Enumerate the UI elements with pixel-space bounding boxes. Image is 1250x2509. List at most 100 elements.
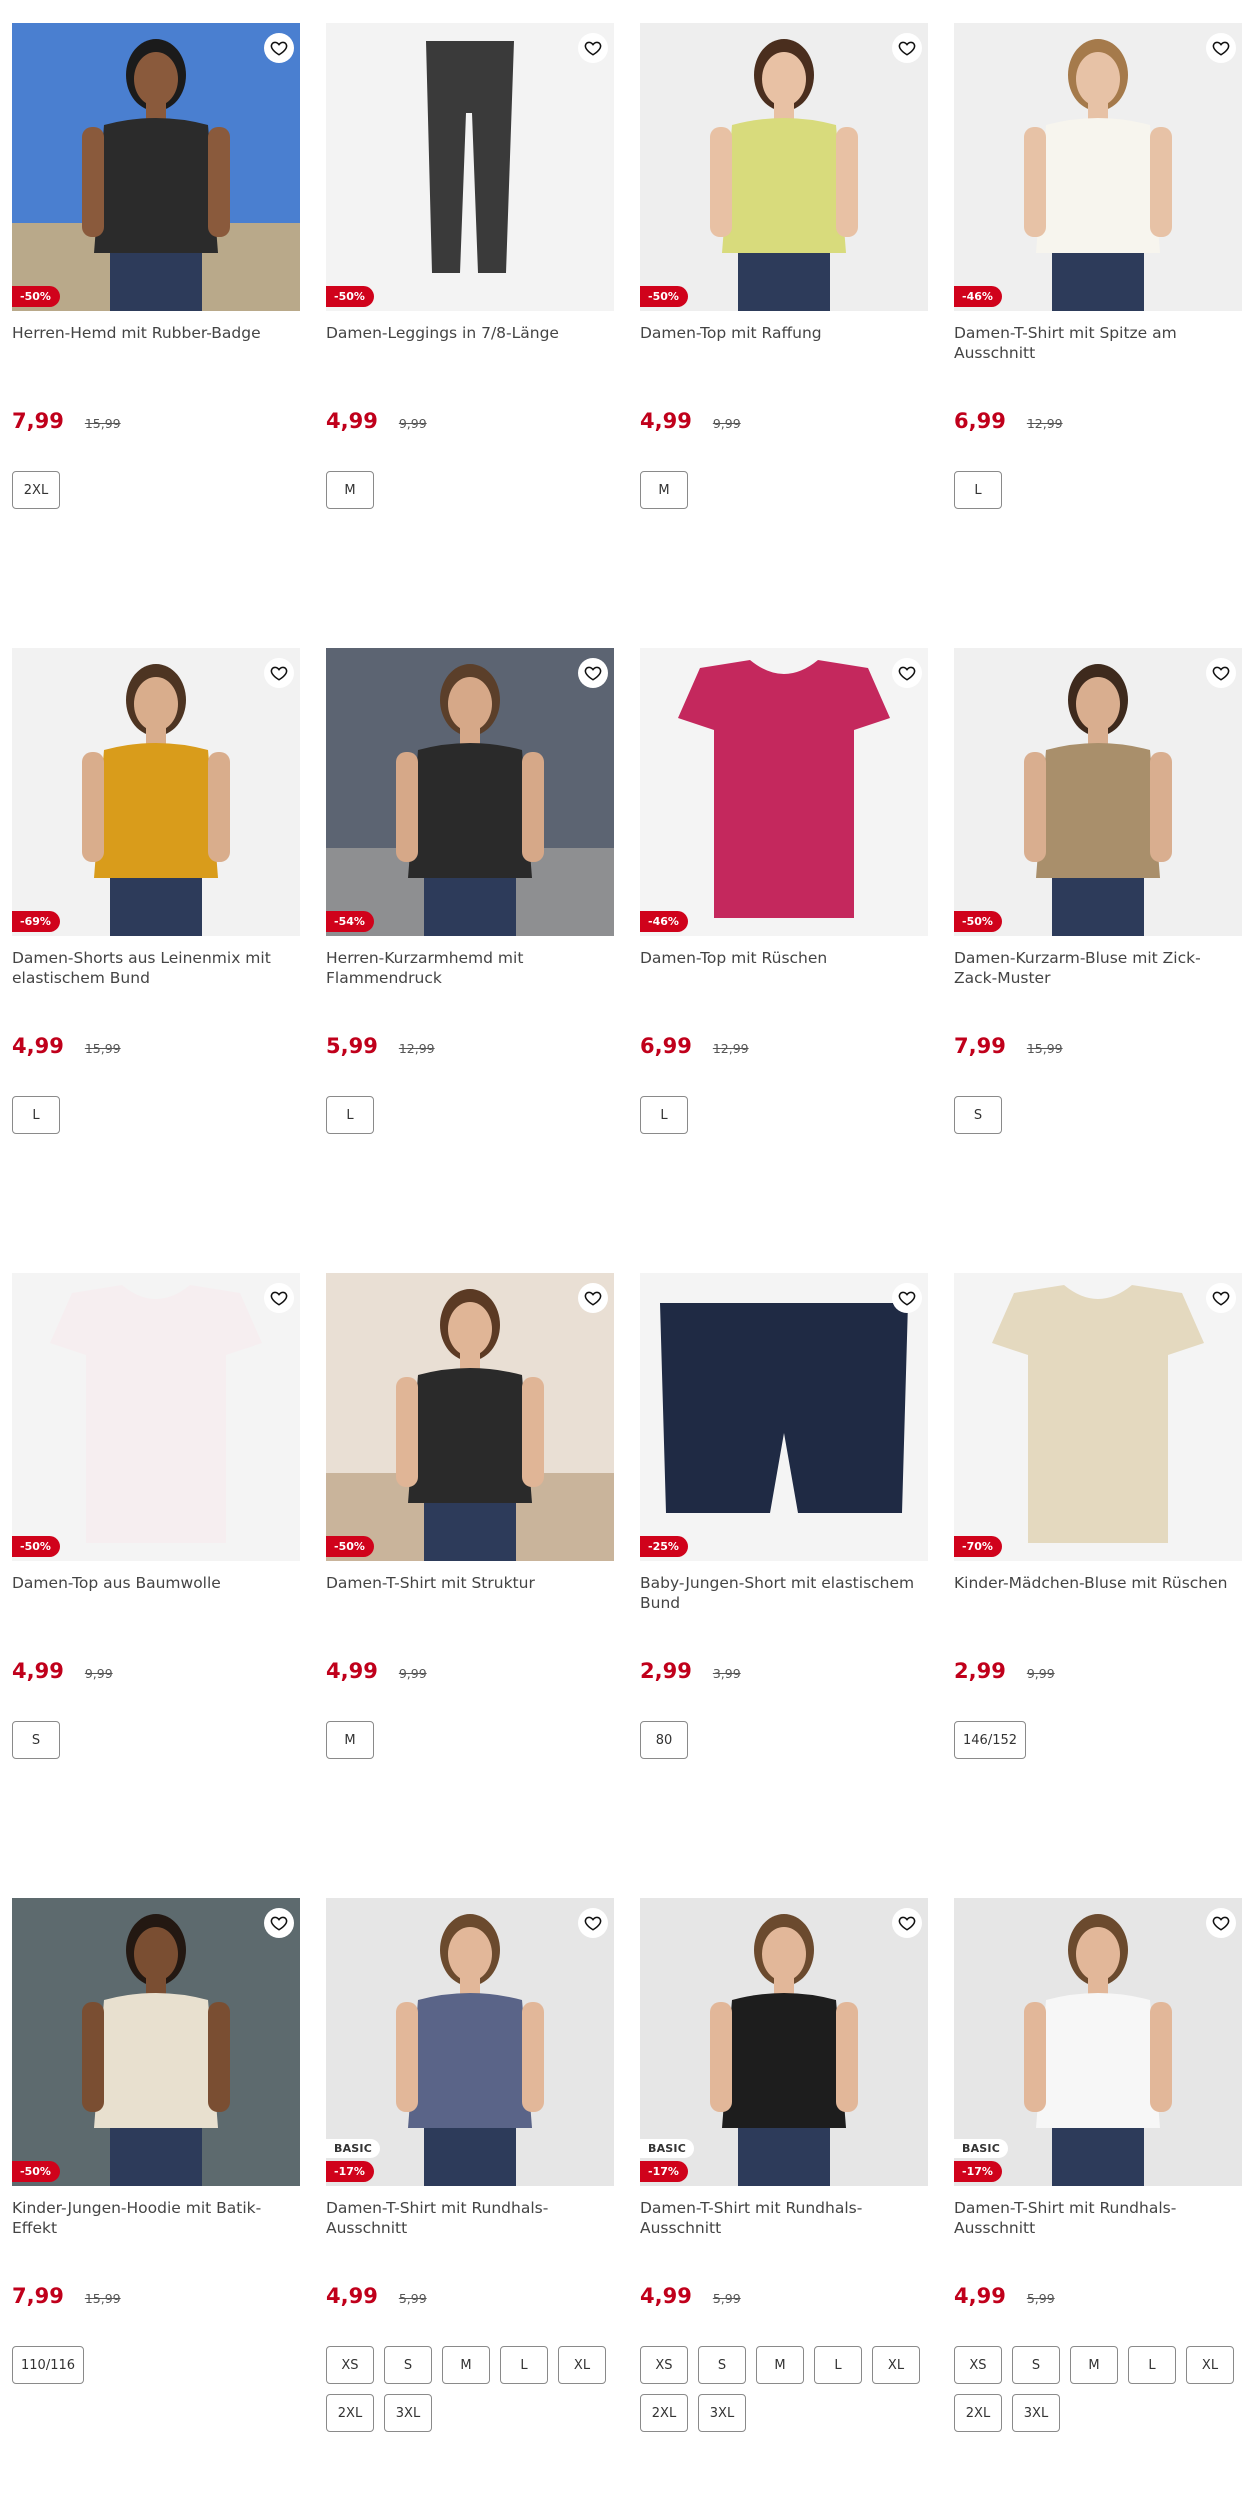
- wishlist-heart-icon[interactable]: [578, 33, 608, 63]
- wishlist-heart-icon[interactable]: [1206, 33, 1236, 63]
- product-image-box[interactable]: -25%: [640, 1273, 928, 1561]
- size-button[interactable]: S: [384, 2346, 432, 2384]
- size-button[interactable]: M: [442, 2346, 490, 2384]
- wishlist-heart-icon[interactable]: [264, 658, 294, 688]
- size-button[interactable]: 3XL: [698, 2394, 746, 2432]
- product-card[interactable]: -70% Kinder-Mädchen-Bluse mit Rüschen 2,99…: [954, 1273, 1242, 1759]
- size-button[interactable]: XL: [1186, 2346, 1234, 2384]
- product-title[interactable]: Damen-Shorts aus Leinenmix mit elastisch…: [12, 948, 300, 988]
- wishlist-heart-icon[interactable]: [578, 658, 608, 688]
- product-image-box[interactable]: -50%: [954, 648, 1242, 936]
- size-button[interactable]: S: [1012, 2346, 1060, 2384]
- product-image-box[interactable]: -50%: [12, 1898, 300, 2186]
- product-card[interactable]: BASIC -17% Damen-T-Shirt mit Rundhals-Auss…: [326, 1898, 614, 2432]
- size-button[interactable]: L: [500, 2346, 548, 2384]
- product-image-box[interactable]: -50%: [12, 23, 300, 311]
- size-button[interactable]: L: [12, 1096, 60, 1134]
- product-image-box[interactable]: -46%: [640, 648, 928, 936]
- product-title[interactable]: Baby-Jungen-Short mit elastischem Bund: [640, 1573, 928, 1613]
- size-button[interactable]: 3XL: [1012, 2394, 1060, 2432]
- size-button[interactable]: M: [756, 2346, 804, 2384]
- size-button[interactable]: S: [12, 1721, 60, 1759]
- size-button[interactable]: XL: [872, 2346, 920, 2384]
- size-button[interactable]: 2XL: [326, 2394, 374, 2432]
- wishlist-heart-icon[interactable]: [578, 1283, 608, 1313]
- size-button[interactable]: L: [640, 1096, 688, 1134]
- size-button[interactable]: 110/116: [12, 2346, 85, 2384]
- size-button[interactable]: L: [326, 1096, 374, 1134]
- product-image-box[interactable]: -54%: [326, 648, 614, 936]
- wishlist-heart-icon[interactable]: [1206, 1283, 1236, 1313]
- product-card[interactable]: -50% Damen-Leggings in 7/8-Länge 4,99 9,99 M: [326, 23, 614, 509]
- product-image-box[interactable]: -69%: [12, 648, 300, 936]
- product-card[interactable]: -69% Damen-Shorts aus Leinenmix mit elast…: [12, 648, 300, 1134]
- size-button[interactable]: 2XL: [12, 471, 60, 509]
- product-title[interactable]: Damen-Top aus Baumwolle: [12, 1573, 300, 1613]
- size-button[interactable]: XS: [326, 2346, 374, 2384]
- product-title[interactable]: Herren-Kurzarmhemd mit Flammendruck: [326, 948, 614, 988]
- product-image-box[interactable]: BASIC -17%: [640, 1898, 928, 2186]
- product-image-box[interactable]: -50%: [326, 1273, 614, 1561]
- wishlist-heart-icon[interactable]: [264, 33, 294, 63]
- size-button[interactable]: 146/152: [954, 1721, 1027, 1759]
- size-button[interactable]: 3XL: [384, 2394, 432, 2432]
- size-button[interactable]: L: [1128, 2346, 1176, 2384]
- product-title[interactable]: Damen-T-Shirt mit Spitze am Ausschnitt: [954, 323, 1242, 363]
- wishlist-heart-icon[interactable]: [1206, 1908, 1236, 1938]
- size-button[interactable]: L: [954, 471, 1002, 509]
- size-button[interactable]: 2XL: [640, 2394, 688, 2432]
- size-button[interactable]: M: [1070, 2346, 1118, 2384]
- product-card[interactable]: -54% Herren-Kurzarmhemd mit Flammendruck 5…: [326, 648, 614, 1134]
- product-image-box[interactable]: -50%: [12, 1273, 300, 1561]
- product-title[interactable]: Damen-T-Shirt mit Rundhals-Ausschnitt: [640, 2198, 928, 2238]
- wishlist-heart-icon[interactable]: [892, 1908, 922, 1938]
- product-card[interactable]: -50% Damen-Kurzarm-Bluse mit Zick-Zack-Mu…: [954, 648, 1242, 1134]
- product-title[interactable]: Damen-T-Shirt mit Rundhals-Ausschnitt: [954, 2198, 1242, 2238]
- product-title[interactable]: Damen-Top mit Rüschen: [640, 948, 928, 988]
- product-title[interactable]: Damen-T-Shirt mit Rundhals-Ausschnitt: [326, 2198, 614, 2238]
- size-button[interactable]: S: [954, 1096, 1002, 1134]
- wishlist-heart-icon[interactable]: [578, 1908, 608, 1938]
- size-button[interactable]: L: [814, 2346, 862, 2384]
- product-card[interactable]: -50% Herren-Hemd mit Rubber-Badge 7,99 15,9…: [12, 23, 300, 509]
- product-title[interactable]: Damen-Leggings in 7/8-Länge: [326, 323, 614, 363]
- product-card[interactable]: -46% Damen-Top mit Rüschen 6,99 12,99 L: [640, 648, 928, 1134]
- wishlist-heart-icon[interactable]: [264, 1283, 294, 1313]
- wishlist-heart-icon[interactable]: [892, 33, 922, 63]
- size-button[interactable]: 2XL: [954, 2394, 1002, 2432]
- wishlist-heart-icon[interactable]: [264, 1908, 294, 1938]
- product-card[interactable]: -50% Damen-T-Shirt mit Struktur 4,99 9,99 M: [326, 1273, 614, 1759]
- product-title[interactable]: Herren-Hemd mit Rubber-Badge: [12, 323, 300, 363]
- product-card[interactable]: -50% Damen-Top mit Raffung 4,99 9,99 M: [640, 23, 928, 509]
- size-button[interactable]: M: [640, 471, 688, 509]
- wishlist-heart-icon[interactable]: [1206, 658, 1236, 688]
- product-card[interactable]: -25% Baby-Jungen-Short mit elastischem Bu…: [640, 1273, 928, 1759]
- product-title[interactable]: Kinder-Jungen-Hoodie mit Batik-Effekt: [12, 2198, 300, 2238]
- product-card[interactable]: BASIC -17% Damen-T-Shirt mit Rundhals-Auss…: [640, 1898, 928, 2432]
- product-card[interactable]: -46% Damen-T-Shirt mit Spitze am Ausschni…: [954, 23, 1242, 509]
- product-title[interactable]: Damen-T-Shirt mit Struktur: [326, 1573, 614, 1613]
- product-image-box[interactable]: BASIC -17%: [326, 1898, 614, 2186]
- product-title[interactable]: Damen-Top mit Raffung: [640, 323, 928, 363]
- product-image-box[interactable]: -46%: [954, 23, 1242, 311]
- product-title[interactable]: Damen-Kurzarm-Bluse mit Zick-Zack-Muster: [954, 948, 1242, 988]
- product-card[interactable]: -50% Damen-Top aus Baumwolle 4,99 9,99 S: [12, 1273, 300, 1759]
- discount-badge: -17%: [326, 2161, 374, 2182]
- wishlist-heart-icon[interactable]: [892, 1283, 922, 1313]
- size-button[interactable]: M: [326, 471, 374, 509]
- product-card[interactable]: BASIC -17% Damen-T-Shirt mit Rundhals-Auss…: [954, 1898, 1242, 2432]
- product-title[interactable]: Kinder-Mädchen-Bluse mit Rüschen: [954, 1573, 1242, 1613]
- size-button[interactable]: XS: [954, 2346, 1002, 2384]
- product-card[interactable]: -50% Kinder-Jungen-Hoodie mit Batik-Effek…: [12, 1898, 300, 2384]
- size-button[interactable]: S: [698, 2346, 746, 2384]
- size-button[interactable]: XL: [558, 2346, 606, 2384]
- product-image-box[interactable]: -50%: [326, 23, 614, 311]
- product-image-box[interactable]: BASIC -17%: [954, 1898, 1242, 2186]
- product-image-box[interactable]: -70%: [954, 1273, 1242, 1561]
- product-image: [954, 648, 1242, 936]
- size-button[interactable]: M: [326, 1721, 374, 1759]
- size-button[interactable]: XS: [640, 2346, 688, 2384]
- product-image-box[interactable]: -50%: [640, 23, 928, 311]
- size-button[interactable]: 80: [640, 1721, 688, 1759]
- wishlist-heart-icon[interactable]: [892, 658, 922, 688]
